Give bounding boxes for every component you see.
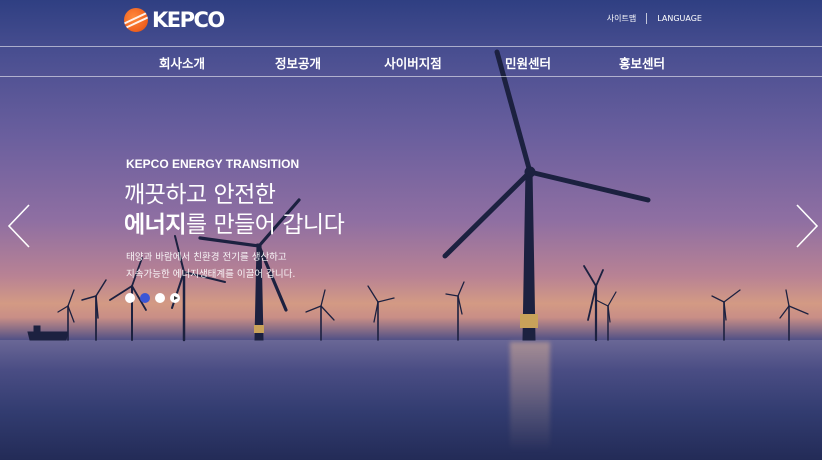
main-navigation: 회사소개 정보공개 사이버지점 민원센터 홍보센터 <box>0 46 822 76</box>
slide-pager <box>125 293 180 303</box>
headline-strong: 에너지 <box>124 212 186 238</box>
language-link[interactable]: LANGUAGE <box>657 14 702 23</box>
slide-dot-1[interactable] <box>125 293 135 303</box>
nav-bottom-divider <box>0 76 822 77</box>
headline-rest: 를 만들어 갑니다 <box>185 212 345 238</box>
slide-dot-3[interactable] <box>155 293 165 303</box>
util-separator <box>646 13 648 24</box>
nav-item-pr-center[interactable]: 홍보센터 <box>619 53 665 72</box>
nav-item-info-disclosure[interactable]: 정보공개 <box>275 53 321 72</box>
sitemap-link[interactable]: 사이트맵 <box>607 13 636 24</box>
utility-links: 사이트맵 LANGUAGE <box>607 13 702 24</box>
headline-line-2: 에너지를 만들어 갑니다 <box>124 210 345 240</box>
pause-icon[interactable] <box>170 293 180 303</box>
hero-description: 태양과 바람에서 친환경 전기를 생산하고 지속가능한 에너지생태계를 이끌어 … <box>126 249 295 283</box>
next-arrow-icon[interactable] <box>794 203 820 249</box>
hero-eyebrow: KEPCO ENERGY TRANSITION <box>126 157 300 171</box>
logo-mark-icon <box>124 8 148 32</box>
slide-dot-2[interactable] <box>140 293 150 303</box>
desc-line-2: 지속가능한 에너지생태계를 이끌어 갑니다. <box>126 269 296 280</box>
headline-line-1: 깨끗하고 안전한 <box>124 182 276 208</box>
desc-line-1: 태양과 바람에서 친환경 전기를 생산하고 <box>126 252 287 263</box>
nav-item-company[interactable]: 회사소개 <box>159 53 205 72</box>
logo-text: KEPCO <box>152 8 225 32</box>
nav-item-cyber-branch[interactable]: 사이버지점 <box>384 53 442 72</box>
hero-headline: 깨끗하고 안전한 에너지를 만들어 갑니다 <box>124 180 345 240</box>
nav-item-customer-center[interactable]: 민원센터 <box>505 53 551 72</box>
kepco-logo[interactable]: KEPCO <box>124 8 225 32</box>
prev-arrow-icon[interactable] <box>6 203 32 249</box>
